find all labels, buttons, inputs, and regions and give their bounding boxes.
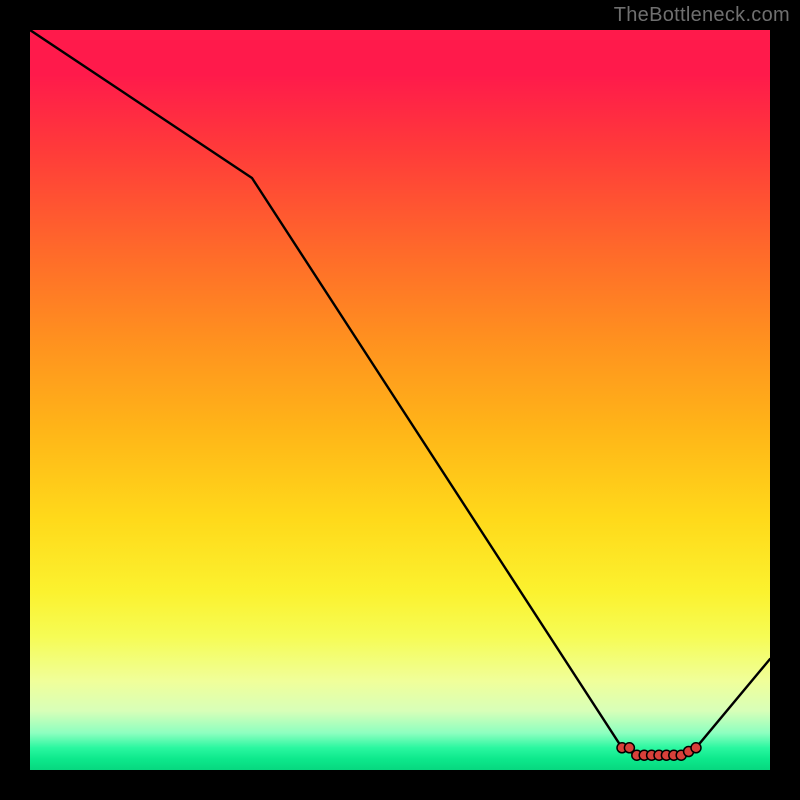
series-polyline <box>30 30 770 755</box>
plot-area <box>30 30 770 770</box>
line-chart-svg <box>30 30 770 770</box>
source-label: TheBottleneck.com <box>614 4 790 27</box>
line-series <box>30 30 770 755</box>
chart-frame: TheBottleneck.com <box>0 0 800 800</box>
series-markers <box>617 743 701 760</box>
data-marker <box>691 743 701 753</box>
